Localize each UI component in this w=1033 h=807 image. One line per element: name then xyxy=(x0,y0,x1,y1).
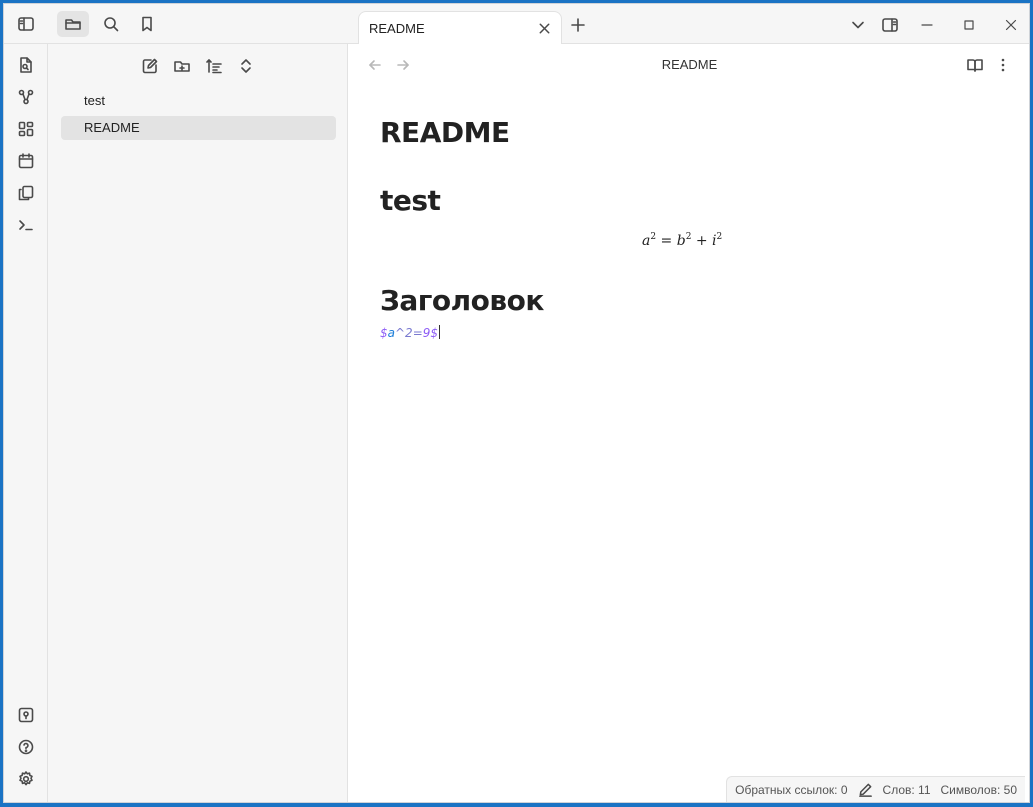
help-button[interactable] xyxy=(15,736,37,758)
collapse-all-button[interactable] xyxy=(234,54,258,78)
word-count: Слов: 11 xyxy=(882,782,931,797)
calendar-icon xyxy=(18,153,34,169)
toggle-right-sidebar-button[interactable] xyxy=(879,14,901,36)
file-explorer-toolbar xyxy=(48,54,348,78)
file-search-icon xyxy=(20,57,32,73)
char-count: Символов: 50 xyxy=(940,782,1017,797)
file-tree-item-label: test xyxy=(84,93,105,108)
new-folder-button[interactable] xyxy=(170,54,194,78)
status-bar: Обратных ссылок: 0 Слов: 11 Символов: 50 xyxy=(726,776,1025,802)
pencil-icon[interactable] xyxy=(858,782,873,797)
tab-readme[interactable]: README xyxy=(358,11,562,45)
ribbon xyxy=(4,44,48,802)
sidebar-toggle-icon xyxy=(18,17,34,31)
plus-icon xyxy=(571,18,585,32)
new-note-button[interactable] xyxy=(138,54,162,78)
sort-icon xyxy=(206,59,222,74)
heading-readme: README xyxy=(380,116,510,149)
tab-close-button[interactable] xyxy=(537,21,553,37)
quick-switcher-button[interactable] xyxy=(15,54,37,76)
copy-icon xyxy=(18,185,34,201)
text-caret xyxy=(439,325,441,339)
app-window: test README README README README test a2… xyxy=(3,3,1030,803)
maximize-icon xyxy=(964,20,974,30)
chevron-down-icon xyxy=(852,21,864,29)
minimize-icon xyxy=(921,24,933,26)
search-tab-button[interactable] xyxy=(95,11,127,37)
terminal-icon xyxy=(19,220,33,231)
canvas-icon xyxy=(18,121,34,137)
tab-title: README xyxy=(369,21,425,36)
collapse-icon xyxy=(241,59,251,73)
folder-icon xyxy=(65,19,81,30)
tab-list-button[interactable] xyxy=(847,14,869,36)
bookmarks-tab-button[interactable] xyxy=(131,11,163,37)
close-window-button[interactable] xyxy=(1000,14,1022,36)
right-sidebar-icon xyxy=(882,18,898,32)
left-header xyxy=(4,4,348,44)
help-icon xyxy=(18,739,34,755)
minimize-button[interactable] xyxy=(916,14,938,36)
close-icon xyxy=(539,23,550,34)
canvas-button[interactable] xyxy=(15,118,37,140)
search-icon xyxy=(104,17,119,32)
sidebar-toggle-button[interactable] xyxy=(10,11,42,37)
view-title[interactable]: README xyxy=(348,57,1029,72)
more-options-button[interactable] xyxy=(994,56,1012,74)
book-open-icon xyxy=(967,59,983,72)
file-tree-item-label: README xyxy=(84,120,140,135)
backlinks-count[interactable]: Обратных ссылок: 0 xyxy=(735,783,847,797)
inline-math-source[interactable]: $a^2=9$ xyxy=(380,325,441,340)
file-explorer: test README xyxy=(48,44,348,802)
more-vertical-icon xyxy=(1001,58,1005,72)
templates-button[interactable] xyxy=(15,182,37,204)
maximize-button[interactable] xyxy=(958,14,980,36)
file-tree-item-test[interactable]: test xyxy=(61,89,336,113)
settings-icon xyxy=(19,771,33,786)
vault-switcher-button[interactable] xyxy=(15,704,37,726)
heading-zagolovok: Заголовок xyxy=(380,284,544,317)
graph-icon xyxy=(18,89,34,105)
vault-icon xyxy=(18,707,34,723)
view-header: README xyxy=(348,44,1029,84)
reading-view-button[interactable] xyxy=(966,56,984,74)
new-tab-button[interactable] xyxy=(567,14,589,36)
sort-button[interactable] xyxy=(202,54,226,78)
file-tree-item-readme[interactable]: README xyxy=(61,116,336,140)
new-folder-icon xyxy=(174,61,190,72)
math-block: a2 = b2 + i2 xyxy=(642,232,723,249)
tab-bar: README xyxy=(348,4,1029,45)
settings-button[interactable] xyxy=(15,768,37,790)
heading-test: test xyxy=(380,184,441,217)
bookmark-icon xyxy=(142,16,152,32)
new-note-icon xyxy=(142,58,158,74)
files-tab-button[interactable] xyxy=(57,11,89,37)
graph-view-button[interactable] xyxy=(15,86,37,108)
close-window-icon xyxy=(1005,19,1017,31)
daily-note-button[interactable] xyxy=(15,150,37,172)
command-palette-button[interactable] xyxy=(15,214,37,236)
